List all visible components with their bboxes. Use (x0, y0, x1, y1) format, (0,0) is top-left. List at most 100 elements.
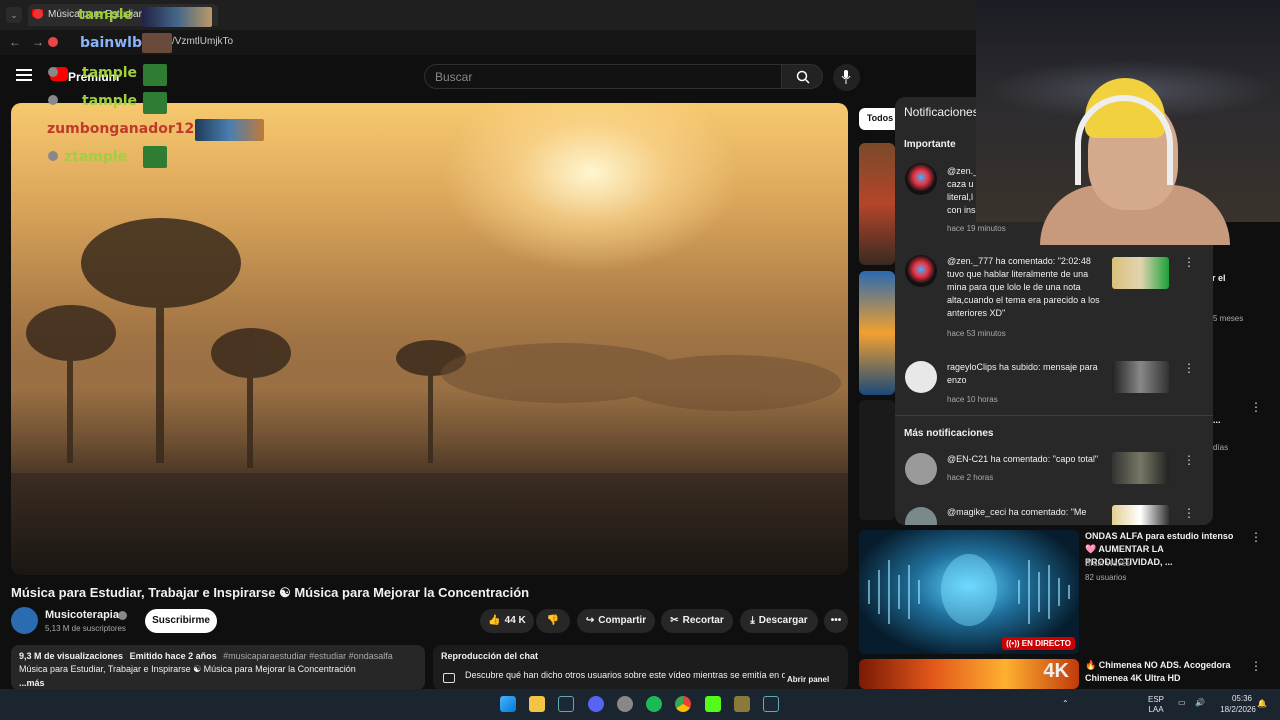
file-explorer-icon[interactable] (529, 696, 545, 712)
language-indicator-bottom[interactable]: LAA (1146, 705, 1166, 714)
overlay-dot (48, 151, 58, 161)
description-more[interactable]: ...más (19, 678, 417, 688)
open-panel-button[interactable]: Abrir panel (787, 675, 829, 684)
more-options-icon[interactable]: ⋮ (1183, 361, 1195, 375)
notification-avatar[interactable] (905, 507, 937, 525)
language-indicator-top[interactable]: ESP (1146, 695, 1166, 704)
video-lake (11, 473, 848, 575)
share-icon: ↪ (585, 615, 595, 626)
more-options-icon[interactable]: ⋮ (1250, 530, 1262, 544)
recommendation-title[interactable]: ... (1213, 414, 1221, 427)
overlay-chat-name: tample (78, 7, 134, 23)
url-text: /VzmtlUmjkTo (172, 36, 234, 47)
more-options-icon[interactable]: ⋮ (1250, 659, 1262, 673)
notification-text[interactable]: rageyloClips ha subido: mensaje para enz… (947, 361, 1107, 387)
volume-icon[interactable]: 🔊 (1195, 698, 1205, 707)
overlay-dot (48, 67, 58, 77)
notification-bell-icon[interactable]: 🔔 (1257, 699, 1267, 708)
recommendation-meta: días (1213, 443, 1229, 452)
back-icon[interactable]: ← (9, 35, 21, 49)
overlay-chat-name: bainwlb: (80, 35, 148, 51)
channel-name[interactable]: Musicoterapia (45, 609, 119, 621)
like-count: 44 K (504, 615, 526, 626)
more-options-icon[interactable]: ⋮ (1183, 255, 1195, 269)
forward-icon[interactable]: → (32, 35, 44, 49)
dislike-button[interactable]: 👎 (536, 609, 570, 633)
notification-text[interactable]: @zen._777 ha comentado: "2:02:48 tuvo qu… (947, 255, 1107, 320)
search-icon (796, 70, 810, 84)
recommendation-thumbnail[interactable] (859, 400, 895, 520)
notification-avatar[interactable] (905, 361, 937, 393)
notification-thumbnail[interactable] (1112, 361, 1169, 393)
download-icon: ⤓ (750, 615, 755, 626)
notification-avatar[interactable] (905, 453, 937, 485)
chat-replay-text: Descubre qué han dicho otros usuarios so… (465, 670, 785, 680)
more-options-icon[interactable]: ⋮ (1183, 506, 1195, 520)
notification-time: hace 10 horas (947, 395, 998, 404)
more-notifications-label: Más notificaciones (904, 428, 994, 439)
hashtags[interactable]: #musicaparaestudiar #estudiar #ondasalfa (223, 651, 393, 661)
spotify-icon[interactable] (646, 696, 662, 712)
like-button[interactable]: 👍 44 K (480, 609, 534, 633)
network-icon[interactable]: ▭ (1178, 698, 1186, 707)
notification-avatar[interactable] (905, 163, 937, 195)
overlay-chat-name: tample (82, 65, 138, 81)
overlay-chat-name: zumbonganador123 (47, 121, 204, 137)
overlay-chat-name: ztample (64, 149, 128, 165)
kick-icon[interactable] (705, 696, 721, 712)
notification-text[interactable]: @EN-C21 ha comentado: "capo total" (947, 453, 1107, 466)
recommendation-thumbnail[interactable]: ((•)) EN DIRECTO (859, 530, 1079, 654)
clip-button[interactable]: ✂ Recortar (661, 609, 733, 633)
windows-start-icon[interactable] (500, 696, 516, 712)
voice-search-button[interactable] (833, 64, 860, 91)
notification-time: hace 53 minutos (947, 329, 1006, 338)
recommendation-thumbnail[interactable]: 4K (859, 659, 1079, 689)
steam-icon[interactable] (558, 696, 574, 712)
app-icon[interactable] (617, 696, 633, 712)
overlay-chat-image (143, 92, 167, 114)
search-button[interactable] (781, 64, 823, 89)
share-button[interactable]: ↪ Compartir (577, 609, 655, 633)
chrome-icon[interactable] (675, 696, 691, 712)
more-options-icon[interactable]: ⋮ (1250, 400, 1262, 414)
emitted-date: Emitido hace 2 años (129, 651, 217, 661)
discord-icon[interactable] (588, 696, 604, 712)
more-actions-button[interactable]: ••• (824, 609, 848, 633)
recommendation-channel[interactable]: Brain Waves (1085, 559, 1130, 568)
notification-thumbnail[interactable] (1112, 505, 1169, 525)
chat-replay-box: Reproducción del chat Descubre qué han d… (433, 645, 848, 690)
subscribe-button[interactable]: Suscribirme (145, 609, 217, 633)
notification-text[interactable]: @magike_ceci ha comentado: "Me (947, 506, 1107, 519)
app-icon[interactable] (734, 696, 750, 712)
chat-icon (443, 673, 455, 683)
recommendation-thumbnail[interactable] (859, 143, 895, 265)
clip-label: Recortar (682, 615, 724, 626)
notification-avatar[interactable] (905, 255, 937, 287)
clock-time[interactable]: 05:36 (1222, 694, 1262, 703)
description-line-2: Música para Estudiar, Trabajar e Inspira… (19, 664, 356, 674)
url-field[interactable]: /VzmtlUmjkTo (50, 33, 950, 51)
notification-thumbnail[interactable] (1112, 257, 1169, 289)
recommendation-title[interactable]: r el (1212, 272, 1226, 285)
recommendation-thumbnail[interactable] (859, 271, 895, 395)
description-box[interactable]: 9,3 M de visualizaciones Emitido hace 2 … (11, 645, 425, 690)
live-icon: ((•)) (1006, 639, 1020, 648)
search-input[interactable]: Buscar (424, 64, 782, 89)
notification-thumbnail[interactable] (1112, 452, 1169, 484)
overlay-dot (48, 95, 58, 105)
recommendation-meta: 82 usuarios (1085, 573, 1127, 582)
overlay-chat-image (142, 7, 212, 27)
channel-avatar[interactable] (11, 607, 38, 634)
hamburger-menu-icon[interactable] (16, 69, 32, 81)
chat-replay-title: Reproducción del chat (441, 651, 539, 661)
tab-list-button[interactable]: ⌄ (6, 7, 22, 23)
recommendation-title[interactable]: 🔥 Chimenea NO ADS. Acogedora Chimenea 4K… (1085, 659, 1240, 685)
download-button[interactable]: ⤓ Descargar (740, 609, 818, 633)
video-title: Música para Estudiar, Trabajar e Inspira… (11, 585, 530, 600)
share-label: Compartir (598, 615, 647, 626)
more-options-icon[interactable]: ⋮ (1183, 453, 1195, 467)
video-player[interactable] (11, 103, 848, 575)
tray-chevron-icon[interactable]: ⌃ (1062, 699, 1069, 708)
thumbs-down-icon: 👎 (546, 615, 560, 626)
steam-icon[interactable] (763, 696, 779, 712)
